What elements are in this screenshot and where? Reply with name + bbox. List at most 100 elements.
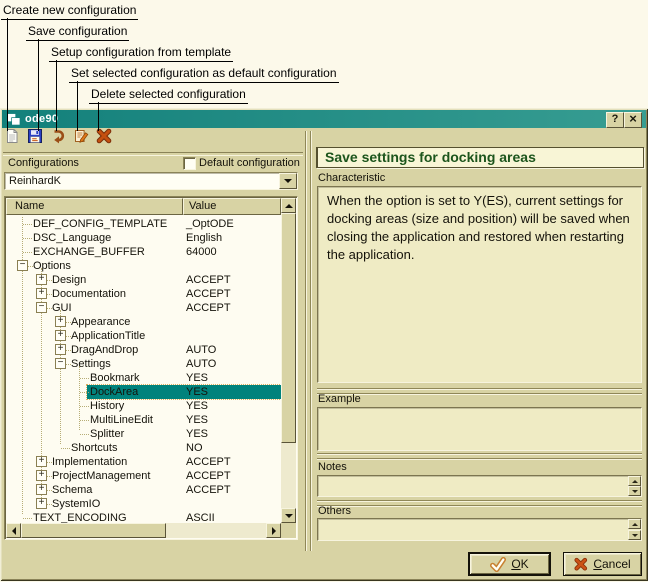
new-document-icon: [4, 128, 20, 149]
example-textbox[interactable]: [317, 407, 642, 451]
tree-column-value[interactable]: Value: [183, 198, 281, 215]
tree-row-History[interactable]: History YES: [6, 399, 281, 413]
expand-toggle-icon[interactable]: +: [55, 330, 66, 341]
tree-item-value: YES: [186, 400, 208, 412]
template-icon: [50, 128, 66, 149]
tree-row-Options[interactable]: −Options: [6, 259, 281, 273]
panel-splitter[interactable]: [305, 131, 312, 551]
tree-item-value: ACCEPT: [186, 484, 231, 496]
cancel-button-label: Cancel: [593, 557, 630, 571]
tree-item-value: YES: [186, 386, 208, 398]
arrow-right-icon: [272, 527, 276, 535]
scroll-up-button[interactable]: [281, 198, 296, 213]
tree-row-EXCHANGE_BUFFER[interactable]: EXCHANGE_BUFFER64000: [6, 245, 281, 259]
title-bar: ode90 ? ×: [2, 110, 646, 128]
tree-vertical-scrollbar[interactable]: [281, 198, 296, 523]
section-splitter[interactable]: [317, 388, 642, 395]
expand-toggle-icon[interactable]: +: [36, 484, 47, 495]
tree-header: Name Value: [6, 198, 281, 215]
tree-item-name: ProjectManagement: [52, 470, 150, 482]
tree-row-DSC_Language[interactable]: DSC_LanguageEnglish: [6, 231, 281, 245]
setup-configuration-from-template-button[interactable]: [49, 130, 66, 147]
tree-connector: [23, 217, 32, 225]
expand-toggle-icon[interactable]: +: [55, 344, 66, 355]
close-button[interactable]: ×: [624, 112, 642, 128]
scroll-left-button[interactable]: [6, 523, 21, 538]
combobox-dropdown-button[interactable]: [279, 173, 297, 189]
tree-row-Implementation[interactable]: +ImplementationACCEPT: [6, 455, 281, 469]
expand-toggle-icon[interactable]: +: [55, 316, 66, 327]
spin-down-button[interactable]: [628, 530, 641, 540]
tree-row-Design[interactable]: +DesignACCEPT: [6, 273, 281, 287]
tree-row-DockArea[interactable]: DockAreaYES: [6, 385, 281, 399]
scroll-right-button[interactable]: [266, 523, 281, 538]
default-configuration-checkbox[interactable]: [183, 157, 196, 170]
tree-row-ApplicationTitle[interactable]: +ApplicationTitle: [6, 329, 281, 343]
ok-button[interactable]: OK: [468, 552, 551, 576]
configuration-combobox[interactable]: ReinhardK: [4, 172, 298, 190]
tree-column-name[interactable]: Name: [6, 198, 183, 215]
example-label: Example: [318, 393, 361, 405]
cancel-button[interactable]: Cancel: [563, 552, 642, 576]
tree-connector: [61, 441, 70, 449]
spin-up-button[interactable]: [628, 519, 641, 529]
collapse-toggle-icon[interactable]: −: [17, 260, 28, 271]
horizontal-scroll-thumb[interactable]: [21, 523, 166, 538]
notes-textbox[interactable]: [317, 475, 642, 497]
tree-item-value: ACCEPT: [186, 288, 231, 300]
toolbar: [3, 130, 112, 150]
tree-item-name: Options: [33, 260, 71, 272]
arrow-left-icon: [12, 527, 16, 535]
spin-down-button[interactable]: [628, 486, 641, 496]
collapse-toggle-icon[interactable]: −: [55, 358, 66, 369]
tree-body: DEF_CONFIG_TEMPLATE_OptODEDSC_LanguageEn…: [6, 215, 281, 523]
tree-row-Bookmark[interactable]: BookmarkYES: [6, 371, 281, 385]
tree-connector: [80, 427, 89, 435]
tree-row-TEXT_ENCODING[interactable]: TEXT_ENCODINGASCII: [6, 511, 281, 523]
tree-item-name: DEF_CONFIG_TEMPLATE: [33, 218, 167, 230]
tree-row-Appearance[interactable]: +Appearance: [6, 315, 281, 329]
scroll-down-button[interactable]: [281, 508, 296, 523]
tree-item-name: Splitter: [90, 428, 124, 440]
section-splitter[interactable]: [317, 453, 642, 460]
tree-row-Documentation[interactable]: +DocumentationACCEPT: [6, 287, 281, 301]
vertical-scroll-thumb[interactable]: [281, 213, 296, 443]
expand-toggle-icon[interactable]: +: [36, 288, 47, 299]
notes-label: Notes: [318, 461, 347, 473]
section-splitter[interactable]: [317, 500, 642, 507]
tree-connector: [80, 413, 89, 421]
spin-up-button[interactable]: [628, 476, 641, 486]
window-title: ode90: [25, 113, 58, 125]
tree-row-Settings[interactable]: −SettingsAUTO: [6, 357, 281, 371]
notes-spinner: [628, 476, 641, 496]
delete-configuration-button[interactable]: [95, 130, 112, 147]
configuration-tree-table[interactable]: Name Value DEF_CONFIG_TEMPLATE_OptODEDSC…: [4, 196, 298, 540]
tree-row-SystemIO[interactable]: +SystemIO: [6, 497, 281, 511]
tree-row-DragAndDrop[interactable]: +DragAndDropAUTO: [6, 343, 281, 357]
tree-row-GUI[interactable]: −GUIACCEPT: [6, 301, 281, 315]
arrow-up-icon: [285, 204, 293, 208]
tree-row-Splitter[interactable]: SplitterYES: [6, 427, 281, 441]
configurations-label: Configurations: [8, 157, 79, 169]
tree-row-Schema[interactable]: +SchemaACCEPT: [6, 483, 281, 497]
help-button[interactable]: ?: [606, 112, 624, 128]
others-spinner: [628, 519, 641, 540]
tree-item-value: ASCII: [186, 512, 215, 523]
set-default-configuration-button[interactable]: [72, 130, 89, 147]
others-textbox[interactable]: [317, 518, 642, 541]
save-configuration-button[interactable]: [26, 130, 43, 147]
expand-toggle-icon[interactable]: +: [36, 274, 47, 285]
tree-row-ProjectManagement[interactable]: +ProjectManagementACCEPT: [6, 469, 281, 483]
tree-item-name: History: [90, 400, 124, 412]
tree-row-Shortcuts[interactable]: ShortcutsNO: [6, 441, 281, 455]
tree-row-MultiLineEdit[interactable]: MultiLineEditYES: [6, 413, 281, 427]
delete-icon: [96, 128, 112, 149]
arrow-down-icon: [632, 490, 638, 493]
tree-horizontal-scrollbar[interactable]: [6, 523, 281, 538]
expand-toggle-icon[interactable]: +: [36, 498, 47, 509]
expand-toggle-icon[interactable]: +: [36, 456, 47, 467]
new-configuration-button[interactable]: [3, 130, 20, 147]
expand-toggle-icon[interactable]: +: [36, 470, 47, 481]
tree-row-DEF_CONFIG_TEMPLATE[interactable]: DEF_CONFIG_TEMPLATE_OptODE: [6, 217, 281, 231]
collapse-toggle-icon[interactable]: −: [36, 302, 47, 313]
